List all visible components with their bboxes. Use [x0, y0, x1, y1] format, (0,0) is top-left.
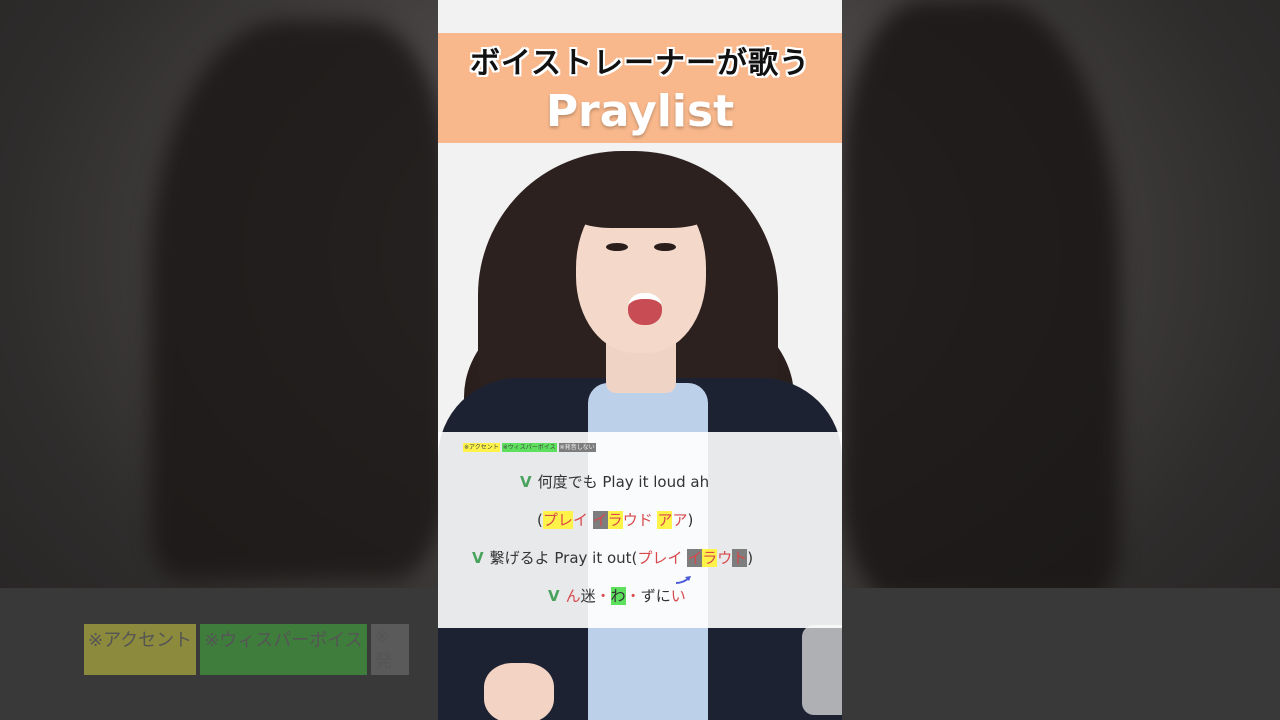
lyric-accent-a: ア	[657, 511, 673, 529]
lyric-marker: V	[548, 587, 560, 605]
lyric-line-1-text: 何度でも Play it loud ah	[537, 473, 710, 491]
lyric-marker: V	[472, 549, 484, 567]
lyric-segment-purei: プレイ	[637, 549, 688, 567]
legend-silent: ※発音しない	[558, 443, 596, 452]
lyric-dot: ・	[625, 587, 641, 605]
lyric-marker: V	[520, 473, 532, 491]
lyric-line-1: V 何度でも Play it loud ah	[520, 471, 709, 492]
background-hair-right	[840, 0, 1120, 600]
lyric-silent-i: イ	[687, 549, 703, 567]
singer-hand	[484, 663, 554, 720]
paren-close: )	[747, 549, 754, 567]
singer-mouth	[628, 293, 662, 325]
lyric-accent-ra: ラ	[702, 549, 718, 567]
paren-open: (	[537, 511, 543, 529]
lyric-accent-ra: ラ	[607, 511, 623, 529]
lyric-segment-u: ウ	[717, 549, 733, 567]
lyric-line-3-prefix: 繋げるよ Pray it out(	[489, 549, 638, 567]
background-silent-tag: ※発	[370, 624, 409, 675]
background-accent-tag: ※アクセント	[84, 624, 197, 675]
lyric-silent-to: ト	[732, 549, 748, 567]
lyric-segment-udo: ウド	[622, 511, 658, 529]
video-panel[interactable]: ボイストレーナーが歌う Praylist	[438, 0, 842, 720]
singer-bangs	[566, 163, 716, 228]
title-line-1: ボイストレーナーが歌う	[469, 46, 811, 81]
singer-eye-left	[606, 243, 628, 251]
lyric-line-4: V ん迷・わ・ずにい	[548, 585, 686, 606]
lyric-silent-i: イ	[592, 511, 608, 529]
background-legend: ※アクセント ※ウィスパーボイス ※発	[84, 624, 409, 675]
lyric-accent-pure: プレ	[542, 511, 573, 529]
legend-accent: ※アクセント	[463, 443, 500, 452]
lyric-dot: ・	[595, 587, 611, 605]
lyric-segment-n: ん	[565, 587, 581, 605]
lyric-segment-a: ア	[672, 511, 688, 529]
lyric-segment: イ	[572, 511, 593, 529]
lyric-line-3: V 繋げるよ Pray it out(プレイ イラウト)	[472, 547, 753, 568]
lyrics-legend: ※アクセント ※ウィスパーボイス ※発音しない	[463, 443, 596, 452]
lyric-segment-mayo: 迷	[580, 587, 596, 605]
background-whisper-tag: ※ウィスパーボイス	[200, 624, 367, 675]
lyric-whisper-wa: わ	[610, 587, 626, 605]
other-sleeve	[802, 625, 842, 715]
legend-whisper: ※ウィスパーボイス	[501, 443, 557, 452]
paren-close: )	[687, 511, 694, 529]
background-hair-left	[150, 20, 450, 580]
title-line-2: Praylist	[545, 86, 735, 137]
pitch-up-arrow-icon	[675, 576, 691, 584]
singer-eye-right	[654, 243, 676, 251]
lyric-segment-zuni: ずに	[640, 587, 671, 605]
lyric-segment-i: い	[670, 587, 686, 605]
lyric-line-2: (プレイ イラウド アア)	[537, 509, 693, 530]
